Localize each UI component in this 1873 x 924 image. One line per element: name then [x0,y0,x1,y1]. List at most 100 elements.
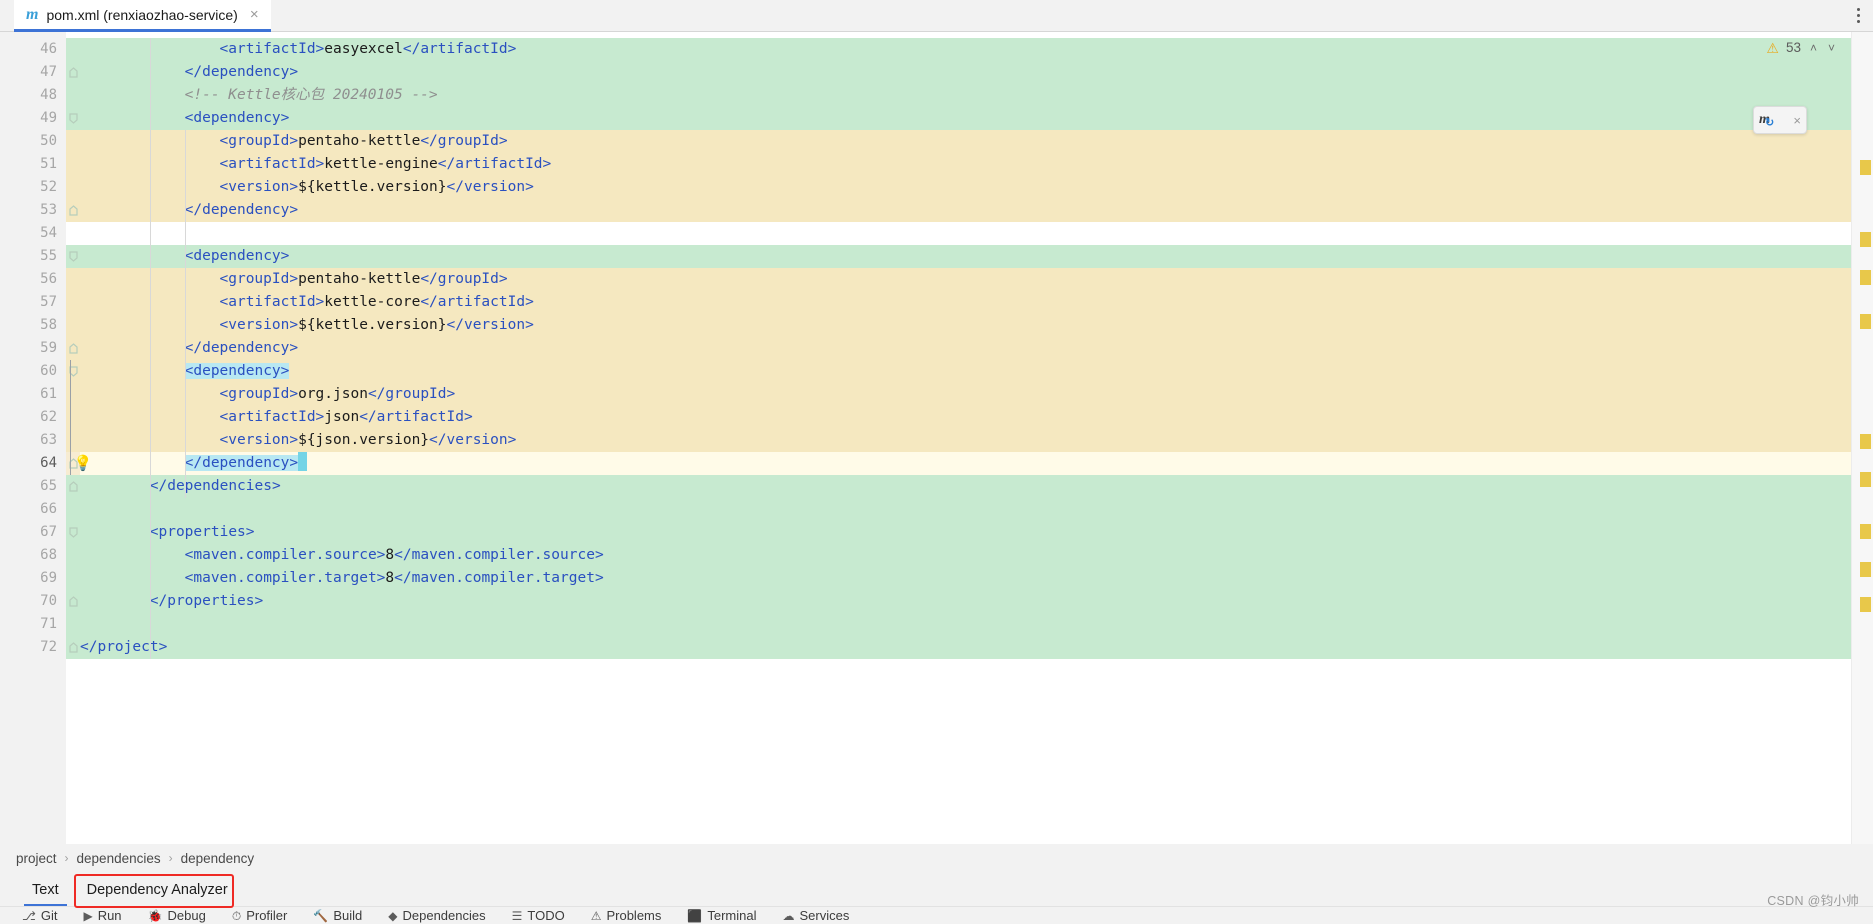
code-line[interactable]: </dependency> [80,452,1851,475]
code-line[interactable] [80,613,1851,636]
next-problem-icon[interactable]: ˅ [1826,41,1837,55]
code-line[interactable]: <version>${kettle.version}</version> [80,314,1851,337]
intention-bulb[interactable]: 💡 [74,452,93,475]
line-number[interactable]: 56 [10,268,66,291]
line-number[interactable]: 63 [10,429,66,452]
line-number[interactable]: 55 [10,245,66,268]
code-line[interactable] [80,222,1851,245]
line-number[interactable]: 47 [10,61,66,84]
tool-window-button-git[interactable]: ⎇ Git [22,908,57,923]
code-line[interactable]: <properties> [80,521,1851,544]
breadcrumb[interactable]: project › dependencies › dependency [0,844,1873,872]
inspection-widget[interactable]: ⚠ 53 ˄ ˅ [1766,40,1837,55]
line-number[interactable]: 50 [10,130,66,153]
error-stripe-mark[interactable] [1860,472,1871,487]
tool-window-button-build[interactable]: 🔨 Build [313,908,362,923]
line-number[interactable]: 65 [10,475,66,498]
maven-reload-popup[interactable]: m × [1753,106,1807,134]
error-stripe-mark[interactable] [1860,434,1871,449]
code-folding-column[interactable] [66,32,80,844]
error-stripe-scrollbar[interactable] [1851,32,1873,844]
code-line[interactable]: </project> [80,636,1851,659]
error-stripe-mark[interactable] [1860,160,1871,175]
code-line[interactable]: <version>${json.version}</version> [80,429,1851,452]
breadcrumb-item-dependencies[interactable]: dependencies [77,851,161,866]
code-line[interactable]: </dependency> [80,61,1851,84]
fold-expand-icon[interactable] [68,590,79,613]
code-line[interactable]: <artifactId>kettle-core</artifactId> [80,291,1851,314]
line-number[interactable]: 68 [10,544,66,567]
fold-expand-icon[interactable] [68,475,79,498]
fold-collapse-icon[interactable] [68,107,79,130]
tool-window-button-run[interactable]: ▶ Run [83,908,121,923]
code-line[interactable]: </dependencies> [80,475,1851,498]
line-number[interactable]: 52 [10,176,66,199]
line-number[interactable]: 46 [10,38,66,61]
close-icon[interactable]: × [248,7,261,22]
line-number[interactable]: 70 [10,590,66,613]
maven-reload-icon[interactable]: m [1759,113,1774,130]
code-line[interactable]: </dependency> [80,199,1851,222]
line-number[interactable]: 51 [10,153,66,176]
line-number[interactable]: 61 [10,383,66,406]
breadcrumb-item-project[interactable]: project [16,851,57,866]
code-line[interactable]: <groupId>pentaho-kettle</groupId> [80,130,1851,153]
line-number[interactable]: 54 [10,222,66,245]
tool-window-button-dependencies[interactable]: ◆ Dependencies [388,908,485,923]
prev-problem-icon[interactable]: ˄ [1808,41,1819,55]
code-line[interactable]: <groupId>pentaho-kettle</groupId> [80,268,1851,291]
line-number[interactable]: 49 [10,107,66,130]
tool-window-button-terminal[interactable]: ⬛ Terminal [687,908,756,923]
code-line[interactable]: <artifactId>kettle-engine</artifactId> [80,153,1851,176]
line-number[interactable]: 64 [10,452,66,475]
code-line[interactable]: <version>${kettle.version}</version> [80,176,1851,199]
line-number[interactable]: 72 [10,636,66,659]
line-number[interactable]: 57 [10,291,66,314]
error-stripe-mark[interactable] [1860,270,1871,285]
error-stripe-mark[interactable] [1860,524,1871,539]
error-stripe-mark[interactable] [1860,597,1871,612]
line-number[interactable]: 48 [10,84,66,107]
close-icon[interactable]: × [1793,114,1801,127]
editor-tab-pom-xml[interactable]: m pom.xml (renxiaozhao-service) × [14,0,271,32]
code-editor[interactable]: 46 47 48 49 50 51 52 53 54 55 56 57 58 59 60 61 62 63 64 65… [0,32,1873,844]
tool-window-button-profiler[interactable]: ⏱ Profiler [232,908,288,923]
line-number[interactable]: 67 [10,521,66,544]
code-line[interactable]: <groupId>org.json</groupId> [80,383,1851,406]
code-line[interactable]: </properties> [80,590,1851,613]
line-number[interactable]: 66 [10,498,66,521]
tool-window-bar[interactable]: ⎇ Git ▶ Run 🐞 Debug ⏱ Profiler 🔨 Build ◆ Dependenci… [0,906,1873,924]
line-number[interactable]: 71 [10,613,66,636]
editor-view-tab-text[interactable]: Text [18,882,73,906]
code-line[interactable]: <dependency> [80,107,1851,130]
more-options-icon[interactable] [1843,0,1873,31]
editor-view-tab-dependency-analyzer[interactable]: Dependency Analyzer [73,882,242,906]
fold-collapse-icon[interactable] [68,521,79,544]
line-number[interactable]: 60 [10,360,66,383]
breadcrumb-item-dependency[interactable]: dependency [181,851,255,866]
line-number[interactable]: 53 [10,199,66,222]
code-line[interactable] [80,498,1851,521]
fold-expand-icon[interactable] [68,337,79,360]
fold-expand-icon[interactable] [68,199,79,222]
tool-window-button-problems[interactable]: ⚠ Problems [591,908,662,923]
tool-window-button-todo[interactable]: ☰ TODO [512,908,565,923]
code-line[interactable]: <!-- Kettle核心包 20240105 --> [80,84,1851,107]
error-stripe-mark[interactable] [1860,232,1871,247]
tool-window-button-services[interactable]: ☁ Services [782,908,849,923]
error-stripe-mark[interactable] [1860,314,1871,329]
code-line[interactable]: <maven.compiler.target>8</maven.compiler… [80,567,1851,590]
code-line[interactable]: <dependency> [80,360,1851,383]
code-line[interactable]: <artifactId>easyexcel</artifactId> [80,38,1851,61]
line-number[interactable]: 58 [10,314,66,337]
code-text-area[interactable]: <artifactId>easyexcel</artifactId> </depe… [80,32,1851,844]
line-number[interactable]: 69 [10,567,66,590]
editor-view-tabs[interactable]: Text Dependency Analyzer [0,872,1873,906]
intention-lightbulb-icon[interactable]: 💡 [74,456,93,471]
code-line[interactable]: <dependency> [80,245,1851,268]
error-stripe-mark[interactable] [1860,562,1871,577]
line-number[interactable]: 59 [10,337,66,360]
tool-window-button-debug[interactable]: 🐞 Debug [148,908,206,923]
line-number[interactable]: 62 [10,406,66,429]
fold-expand-icon[interactable] [68,636,79,659]
